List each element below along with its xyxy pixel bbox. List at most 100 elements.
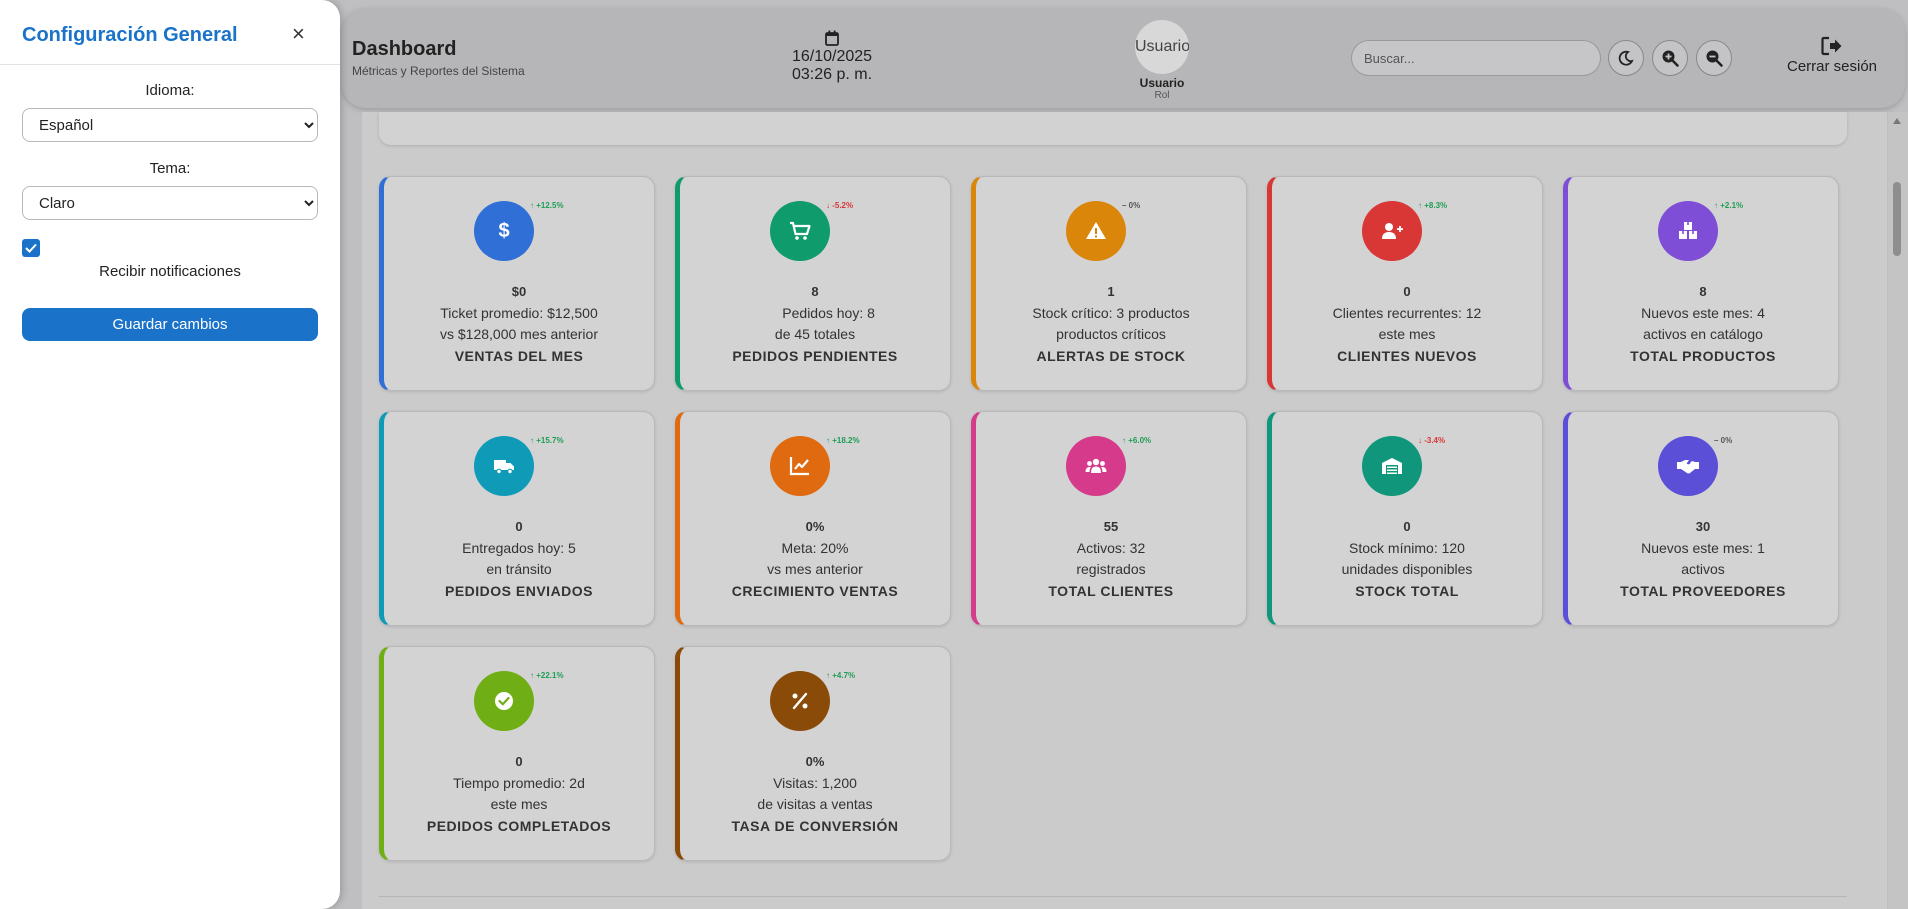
trend-badge: ↑ +22.1% [530,671,564,680]
kpi-detail-1: Ticket promedio: $12,500 [440,305,598,321]
logout-icon [1821,36,1842,56]
kpi-label: STOCK TOTAL [1355,583,1459,599]
zoom-in-button[interactable] [1652,40,1688,76]
trend-badge: ↑ +4.7% [826,671,856,680]
kpi-detail-1: Nuevos este mes: 1 [1641,540,1765,556]
kpi-card[interactable]: ↑ +2.1% 8 Nuevos este mes: 4 activos en cat… [1563,176,1839,391]
theme-select[interactable]: Claro [22,186,318,220]
truck-icon [474,436,534,496]
moon-icon [1618,50,1634,66]
trend-badge: – 0% [1714,436,1733,445]
kpi-label: VENTAS DEL MES [454,348,584,364]
dashboard-content: $ ↑ +12.5% $0 Ticket promedio: $12,500 vs $1… [362,112,1887,909]
dark-mode-button[interactable] [1608,40,1644,76]
kpi-detail-2: de 45 totales [774,326,856,342]
top-panel [379,112,1847,145]
save-button[interactable]: Guardar cambios [22,308,318,341]
kpi-value: 1 [1107,284,1115,299]
close-icon[interactable]: × [292,22,305,46]
trend-badge: ↓ -3.4% [1418,436,1446,445]
kpi-detail-2: activos [1681,561,1725,577]
main-shell: Dashboard Métricas y Reportes del Sistem… [342,8,1908,909]
kpi-value: $0 [511,284,527,299]
warning-icon [1066,201,1126,261]
page-title: Dashboard [352,38,457,60]
kpi-card[interactable]: ↑ +8.3% 0 Clientes recurrentes: 12 este mes… [1267,176,1543,391]
kpi-card[interactable]: ↑ +18.2% 0% Meta: 20% vs mes anterior CRECIM… [675,411,951,626]
kpi-detail-2: activos en catálogo [1643,326,1763,342]
kpi-label: TASA DE CONVERSIÓN [731,818,899,834]
logout-button[interactable]: Cerrar sesión [1782,36,1882,75]
trend-badge: ↑ +2.1% [1714,201,1744,210]
kpi-card[interactable]: ↓ -3.4% 0 Stock mínimo: 120 unidades dispon… [1267,411,1543,626]
kpi-value: 0% [805,519,825,534]
kpi-value: 55 [1103,519,1119,534]
kpi-card[interactable]: ↑ +6.0% 55 Activos: 32 registrados TOTAL CLI… [971,411,1247,626]
boxes-icon [1658,201,1718,261]
kpi-detail-2: vs mes anterior [767,561,863,577]
chart-line-icon [770,436,830,496]
scroll-up-arrow[interactable] [1893,118,1901,124]
language-select[interactable]: Español [22,108,318,142]
kpi-card[interactable]: ↓ -5.2% 8 Pedidos hoy: 8 de 45 totales PEDI… [675,176,951,391]
cart-icon [770,201,830,261]
logout-label: Cerrar sesión [1786,58,1878,75]
avatar[interactable]: Usuario [1135,20,1189,74]
trend-badge: ↑ +8.3% [1418,201,1448,210]
section-divider [379,896,1847,897]
notifications-checkbox[interactable] [22,239,40,257]
kpi-detail-1: Stock crítico: 3 productos [1032,305,1190,321]
check-icon [25,243,37,253]
kpi-detail-2: este mes [1378,326,1436,342]
kpi-card[interactable]: ↑ +15.7% 0 Entregados hoy: 5 en tránsito PED… [379,411,655,626]
kpi-detail-2: productos críticos [1056,326,1166,342]
user-profile[interactable]: Usuario Usuario Rol [1122,20,1202,101]
kpi-detail-2: en tránsito [486,561,552,577]
scroll-thumb[interactable] [1893,182,1901,256]
kpi-card[interactable]: – 0% 1 Stock crítico: 3 productos productos… [971,176,1247,391]
kpi-value: 0 [515,519,523,534]
kpi-detail-2: vs $128,000 mes anterior [440,326,598,342]
percent-icon [770,671,830,731]
kpi-detail-1: Entregados hoy: 5 [462,540,576,556]
users-icon [1066,436,1126,496]
kpi-detail-1: Tiempo promedio: 2d [453,775,585,791]
kpi-card[interactable]: ↑ +22.1% 0 Tiempo promedio: 2d este mes PEDI… [379,646,655,861]
trend-badge: – 0% [1122,201,1141,210]
kpi-detail-1: Stock mínimo: 120 [1349,540,1465,556]
kpi-detail-2: de visitas a ventas [757,796,873,812]
kpi-detail-2: unidades disponibles [1341,561,1473,577]
kpi-card[interactable]: ↑ +4.7% 0% Visitas: 1,200 de visitas a vent… [675,646,951,861]
trend-badge: ↑ +18.2% [826,436,860,445]
kpi-label: CLIENTES NUEVOS [1337,348,1477,364]
trend-badge: ↑ +15.7% [530,436,564,445]
current-date: 16/10/2025 [791,48,873,65]
kpi-label: PEDIDOS ENVIADOS [444,583,594,599]
kpi-value: 30 [1695,519,1711,534]
kpi-value: 0 [1403,284,1411,299]
kpi-value: 0% [805,754,825,769]
theme-label: Tema: [149,160,191,177]
trend-badge: ↓ -5.2% [826,201,854,210]
search-input[interactable] [1351,40,1601,76]
kpi-value: 0 [1403,519,1411,534]
kpi-card[interactable]: – 0% 30 Nuevos este mes: 1 activos TOTAL PRO… [1563,411,1839,626]
calendar-icon [825,30,839,46]
kpi-label: TOTAL CLIENTES [1048,583,1174,599]
trend-badge: ↑ +6.0% [1122,436,1152,445]
zoom-out-button[interactable] [1696,40,1732,76]
page-scrollbar[interactable] [1888,112,1908,909]
kpi-card[interactable]: $ ↑ +12.5% $0 Ticket promedio: $12,500 vs $1… [379,176,655,391]
kpi-detail-2: registrados [1076,561,1146,577]
kpi-detail-2: este mes [490,796,548,812]
kpi-label: TOTAL PRODUCTOS [1630,348,1776,364]
notifications-label: Recibir notificaciones [99,263,241,280]
kpi-label: ALERTAS DE STOCK [1036,348,1186,364]
warehouse-icon [1362,436,1422,496]
kpi-label: CRECIMIENTO VENTAS [731,583,899,599]
zoom-out-icon [1706,50,1723,67]
dollar-icon: $ [474,201,534,261]
kpi-detail-1: Clientes recurrentes: 12 [1332,305,1482,321]
datetime-display: 16/10/2025 03:26 p. m. [772,30,892,84]
current-time: 03:26 p. m. [791,66,873,83]
